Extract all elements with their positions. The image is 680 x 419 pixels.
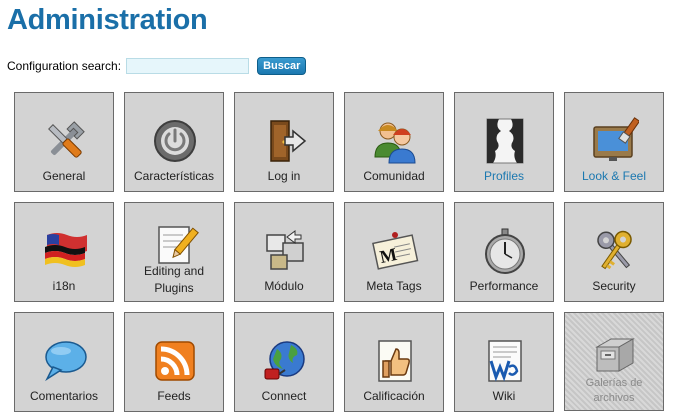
tile-editing-plugins[interactable]: Editing and Plugins: [124, 202, 224, 302]
door-icon: [270, 120, 307, 162]
tile-i18n[interactable]: i18n: [14, 202, 114, 302]
tile-label: Feeds: [157, 389, 191, 403]
tile-label: Meta Tags: [366, 279, 422, 293]
tile-label: Log in: [267, 169, 301, 183]
tile-connect[interactable]: Connect: [234, 312, 334, 412]
modules-icon: [266, 230, 304, 270]
tile-general[interactable]: General: [14, 92, 114, 192]
speech-bubble-icon: [45, 341, 87, 382]
thumbs-up-icon: [378, 340, 412, 382]
tile-modulo[interactable]: Módulo: [234, 202, 334, 302]
paint-icon: [593, 117, 639, 161]
tile-label: Performance: [469, 279, 539, 293]
tile-label: Wiki: [492, 389, 516, 403]
tile-label: Comentarios: [29, 389, 99, 403]
people-icon: [374, 122, 416, 164]
search-label: Configuration search:: [7, 59, 122, 73]
tile-meta-tags[interactable]: M Meta Tags: [344, 202, 444, 302]
tile-label: Profiles: [483, 169, 524, 183]
tile-caracteristicas[interactable]: Características: [124, 92, 224, 192]
search-input[interactable]: [126, 58, 250, 74]
tile-login[interactable]: Log in: [234, 92, 334, 192]
admin-tiles-grid: General Características Log in Comunidad…: [14, 92, 674, 417]
tile-wiki[interactable]: Wiki: [454, 312, 554, 412]
tile-look-feel[interactable]: Look & Feel: [564, 92, 664, 192]
tile-comentarios[interactable]: Comentarios: [14, 312, 114, 412]
tile-galerias-archivos[interactable]: Galerías de archivos: [564, 312, 664, 411]
tile-label: Galerías de archivos: [585, 377, 643, 404]
tile-label: Connect: [261, 389, 307, 403]
wiki-icon: [488, 340, 522, 382]
globe-plug-icon: [264, 341, 305, 380]
flags-icon: [45, 233, 87, 267]
power-icon: [154, 120, 196, 162]
tile-performance[interactable]: Performance: [454, 202, 554, 302]
tile-comunidad[interactable]: Comunidad: [344, 92, 444, 192]
rss-icon: [155, 341, 195, 381]
tile-label: Módulo: [264, 279, 304, 293]
tile-label: Look & Feel: [581, 169, 647, 183]
tile-label: General: [42, 169, 86, 183]
page-title: Administration: [7, 4, 208, 36]
tile-label: Editing and Plugins: [143, 264, 205, 295]
tile-calificacion[interactable]: Calificación: [344, 312, 444, 412]
stopwatch-icon: [485, 228, 525, 274]
pencil-icon: [158, 226, 199, 264]
tile-label: i18n: [52, 279, 76, 293]
tile-security[interactable]: Security: [564, 202, 664, 302]
tile-profiles[interactable]: Profiles: [454, 92, 554, 192]
tag-icon: M: [372, 232, 419, 270]
tile-label: Security: [592, 279, 636, 293]
keys-icon: [597, 230, 632, 270]
tile-feeds[interactable]: Feeds: [124, 312, 224, 412]
tile-label: Características: [133, 169, 215, 183]
profiles-icon: [486, 118, 524, 164]
search-button[interactable]: Buscar: [257, 57, 307, 75]
config-search-form: Configuration search: Buscar: [7, 56, 307, 76]
tile-label: Comunidad: [363, 169, 425, 183]
tile-label: Calificación: [363, 389, 425, 403]
tools-icon: [48, 121, 85, 158]
file-cabinet-icon: [595, 338, 635, 372]
